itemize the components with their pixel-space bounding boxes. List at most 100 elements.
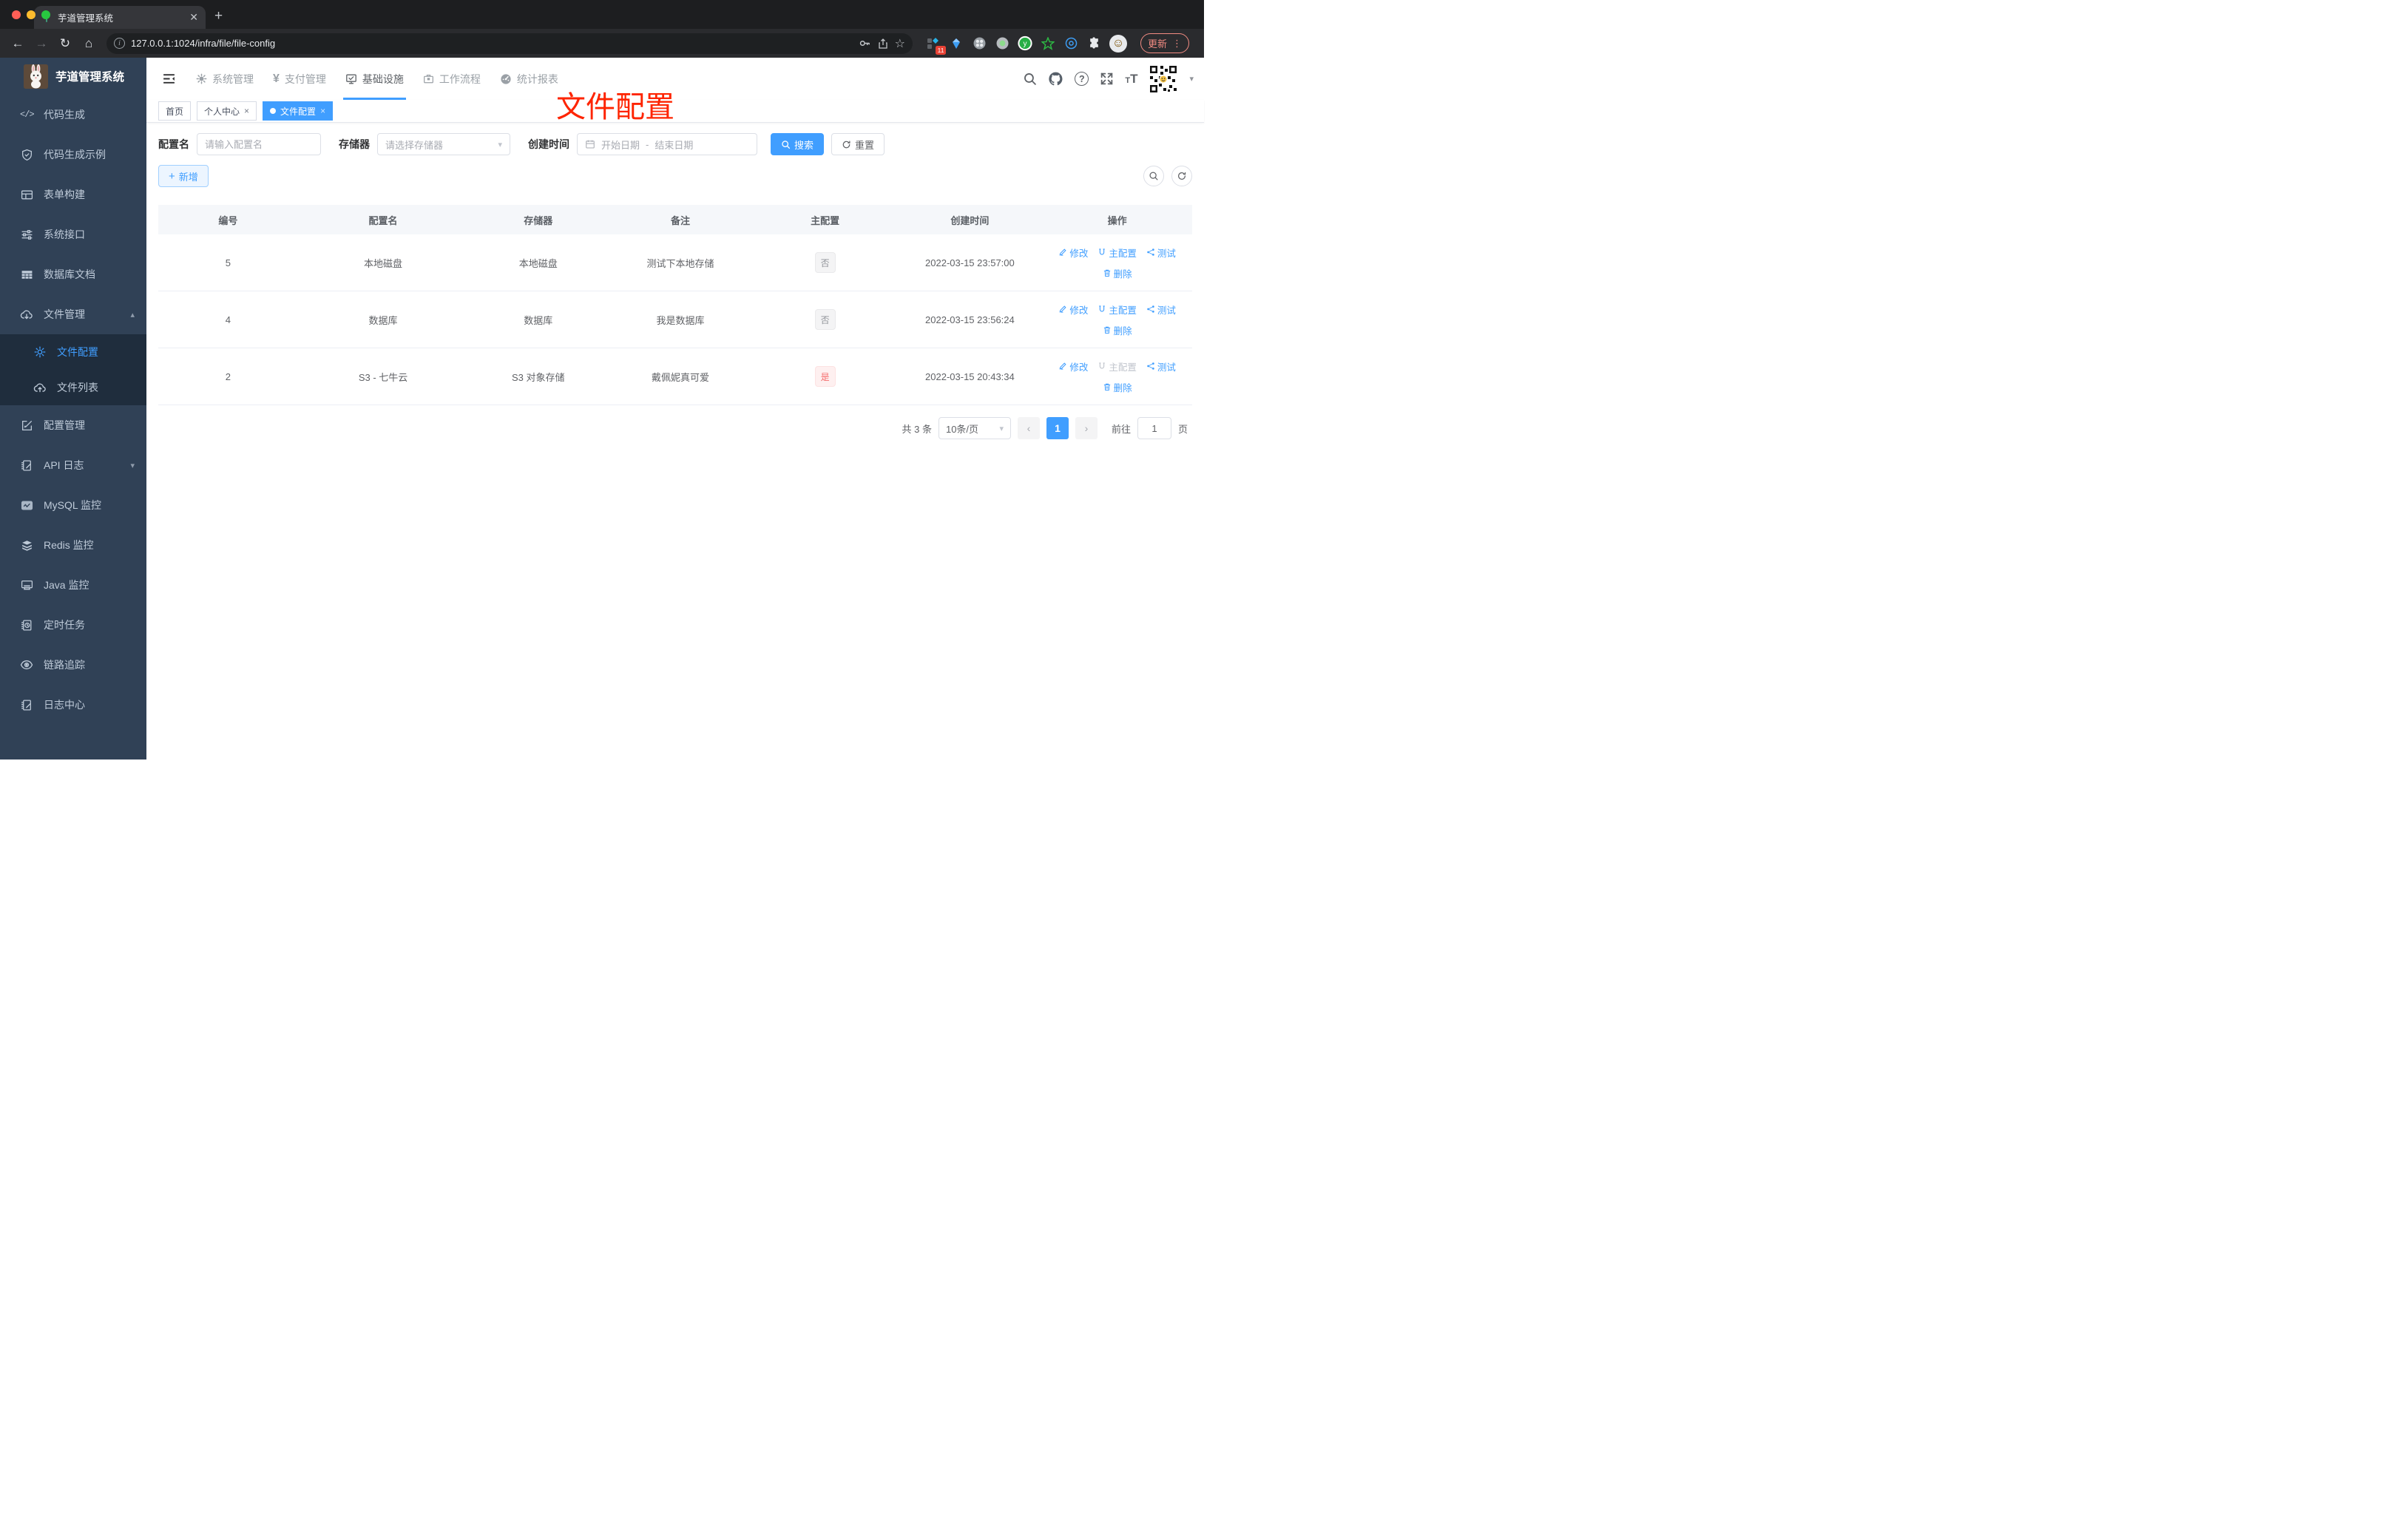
config-name-input[interactable] — [197, 133, 321, 155]
monitor-check-icon — [345, 73, 357, 85]
profile-avatar-icon[interactable]: ☺ — [1109, 34, 1127, 53]
password-key-icon[interactable] — [859, 37, 871, 50]
prev-page-button[interactable]: ‹ — [1017, 417, 1040, 439]
close-icon[interactable]: × — [244, 106, 249, 116]
close-window-icon[interactable] — [12, 10, 21, 19]
share-page-icon[interactable] — [877, 38, 889, 50]
cell-id: 2 — [225, 371, 231, 382]
home-icon[interactable]: ⌂ — [78, 33, 99, 54]
forward-icon[interactable]: → — [31, 33, 52, 54]
reset-button[interactable]: 重置 — [831, 133, 885, 155]
reload-icon[interactable]: ↻ — [55, 33, 75, 54]
window-controls[interactable] — [12, 10, 50, 19]
nav-system-management[interactable]: 系统管理 — [186, 58, 263, 100]
url-text[interactable]: 127.0.0.1:1024/infra/file/file-config — [131, 38, 853, 49]
sidebar-item-config-management[interactable]: 配置管理 — [0, 405, 146, 445]
extension-star-icon[interactable] — [1041, 36, 1055, 51]
set-master-link[interactable]: 主配置 — [1098, 302, 1137, 317]
close-icon[interactable]: × — [320, 106, 325, 116]
update-browser-button[interactable]: 更新 ⋮ — [1140, 33, 1190, 53]
config-name-field[interactable] — [205, 138, 313, 150]
tab-close-icon[interactable]: ✕ — [189, 11, 198, 24]
maximize-window-icon[interactable] — [41, 10, 50, 19]
sidebar-item-label: 系统接口 — [44, 229, 85, 240]
minimize-window-icon[interactable] — [27, 10, 35, 19]
add-button[interactable]: + 新增 — [158, 165, 209, 187]
address-bar[interactable]: i 127.0.0.1:1024/infra/file/file-config … — [106, 33, 913, 54]
sidebar-item-scheduled-tasks[interactable]: 定时任务 — [0, 605, 146, 645]
delete-link[interactable]: 删除 — [1103, 323, 1132, 337]
extension-clover-icon[interactable] — [972, 36, 987, 51]
github-icon[interactable] — [1048, 71, 1063, 87]
fullscreen-icon[interactable] — [1100, 72, 1114, 86]
nav-payment-management[interactable]: ¥ 支付管理 — [263, 58, 336, 100]
sidebar-item-file-list[interactable]: 文件列表 — [0, 370, 146, 405]
extension-eye-icon[interactable] — [1063, 36, 1078, 51]
sidebar-item-tracing[interactable]: 链路追踪 — [0, 645, 146, 685]
back-icon[interactable]: ← — [7, 33, 28, 54]
test-link[interactable]: 测试 — [1146, 246, 1176, 260]
edit-link[interactable]: 修改 — [1058, 302, 1088, 317]
cell-created: 2022-03-15 23:57:00 — [925, 257, 1015, 268]
goto-page-input[interactable] — [1137, 417, 1171, 439]
page-size-select[interactable]: 10条/页 ▾ — [938, 417, 1011, 439]
tab-profile[interactable]: 个人中心 × — [197, 101, 257, 121]
avatar-caret-icon[interactable]: ▾ — [1189, 74, 1194, 84]
nav-infrastructure[interactable]: 基础设施 — [336, 58, 413, 100]
delete-link[interactable]: 删除 — [1103, 380, 1132, 394]
test-link[interactable]: 测试 — [1146, 302, 1176, 317]
extension-y-icon[interactable]: y — [1018, 35, 1032, 51]
collapse-sidebar-icon[interactable] — [157, 67, 180, 91]
sidebar-item-system-api[interactable]: 系统接口 — [0, 214, 146, 254]
sidebar-item-api-log[interactable]: API 日志 ▾ — [0, 445, 146, 485]
help-icon[interactable]: ? — [1075, 72, 1089, 86]
sidebar-item-file-config[interactable]: 文件配置 — [0, 334, 146, 370]
cell-storage: 本地磁盘 — [518, 257, 558, 269]
search-button[interactable]: 搜索 — [771, 133, 825, 155]
sidebar-item-java-monitor[interactable]: Java 监控 — [0, 565, 146, 605]
sidebar-item-code-example[interactable]: 代码生成示例 — [0, 135, 146, 175]
nav-label: 基础设施 — [362, 72, 404, 85]
sidebar-item-code-gen[interactable]: </> 代码生成 — [0, 95, 146, 135]
tab-home[interactable]: 首页 — [158, 101, 192, 121]
edit-link[interactable]: 修改 — [1058, 359, 1088, 373]
avatar[interactable] — [1149, 64, 1179, 94]
font-size-icon[interactable]: TT — [1125, 72, 1137, 87]
set-master-link[interactable]: 主配置 — [1098, 246, 1137, 260]
delete-link[interactable]: 删除 — [1103, 266, 1132, 280]
extension-gem-icon[interactable] — [949, 36, 964, 51]
sidebar-item-redis-monitor[interactable]: Redis 监控 — [0, 525, 146, 565]
new-tab-icon[interactable]: + — [214, 8, 223, 24]
menu-dots-icon[interactable]: ⋮ — [1172, 38, 1182, 50]
site-info-icon[interactable]: i — [114, 38, 125, 49]
storage-select[interactable]: 请选择存储器 ▾ — [377, 133, 510, 155]
nav-statistics[interactable]: 统计报表 — [490, 58, 568, 100]
sidebar-item-label: MySQL 监控 — [44, 499, 102, 511]
sidebar-item-file-management[interactable]: 文件管理 ▴ — [0, 294, 146, 334]
next-page-button[interactable]: › — [1075, 417, 1098, 439]
nav-workflow[interactable]: 工作流程 — [413, 58, 490, 100]
browser-tab[interactable]: 芋道管理系统 ✕ — [34, 6, 206, 29]
edit-link[interactable]: 修改 — [1058, 246, 1088, 260]
extension-tag-manager-icon[interactable]: 11 — [926, 36, 946, 55]
app-logo[interactable]: 芋道管理系统 — [0, 58, 146, 95]
sidebar-item-db-doc[interactable]: 数据库文档 — [0, 254, 146, 294]
test-label: 测试 — [1157, 305, 1176, 316]
cloud-upload-icon — [33, 381, 47, 394]
date-range-picker[interactable]: 开始日期 - 结束日期 — [577, 133, 757, 155]
sidebar-item-mysql-monitor[interactable]: MySQL 监控 — [0, 485, 146, 525]
search-icon[interactable] — [1023, 72, 1037, 86]
sidebar-item-form-builder[interactable]: 表单构建 — [0, 175, 146, 214]
toggle-search-button[interactable] — [1143, 166, 1164, 186]
bookmark-star-icon[interactable]: ☆ — [895, 36, 905, 51]
extension-gray-circle-icon[interactable] — [995, 36, 1009, 51]
layers-icon — [20, 539, 33, 552]
refresh-table-button[interactable] — [1171, 166, 1192, 186]
page-1-button[interactable]: 1 — [1046, 417, 1069, 439]
tab-file-config[interactable]: 文件配置 × — [263, 101, 334, 121]
plus-icon: + — [169, 169, 175, 183]
test-link[interactable]: 测试 — [1146, 359, 1176, 373]
calendar-icon — [585, 139, 595, 149]
sidebar-item-log-center[interactable]: 日志中心 — [0, 685, 146, 725]
extension-puzzle-icon[interactable] — [1086, 36, 1101, 51]
